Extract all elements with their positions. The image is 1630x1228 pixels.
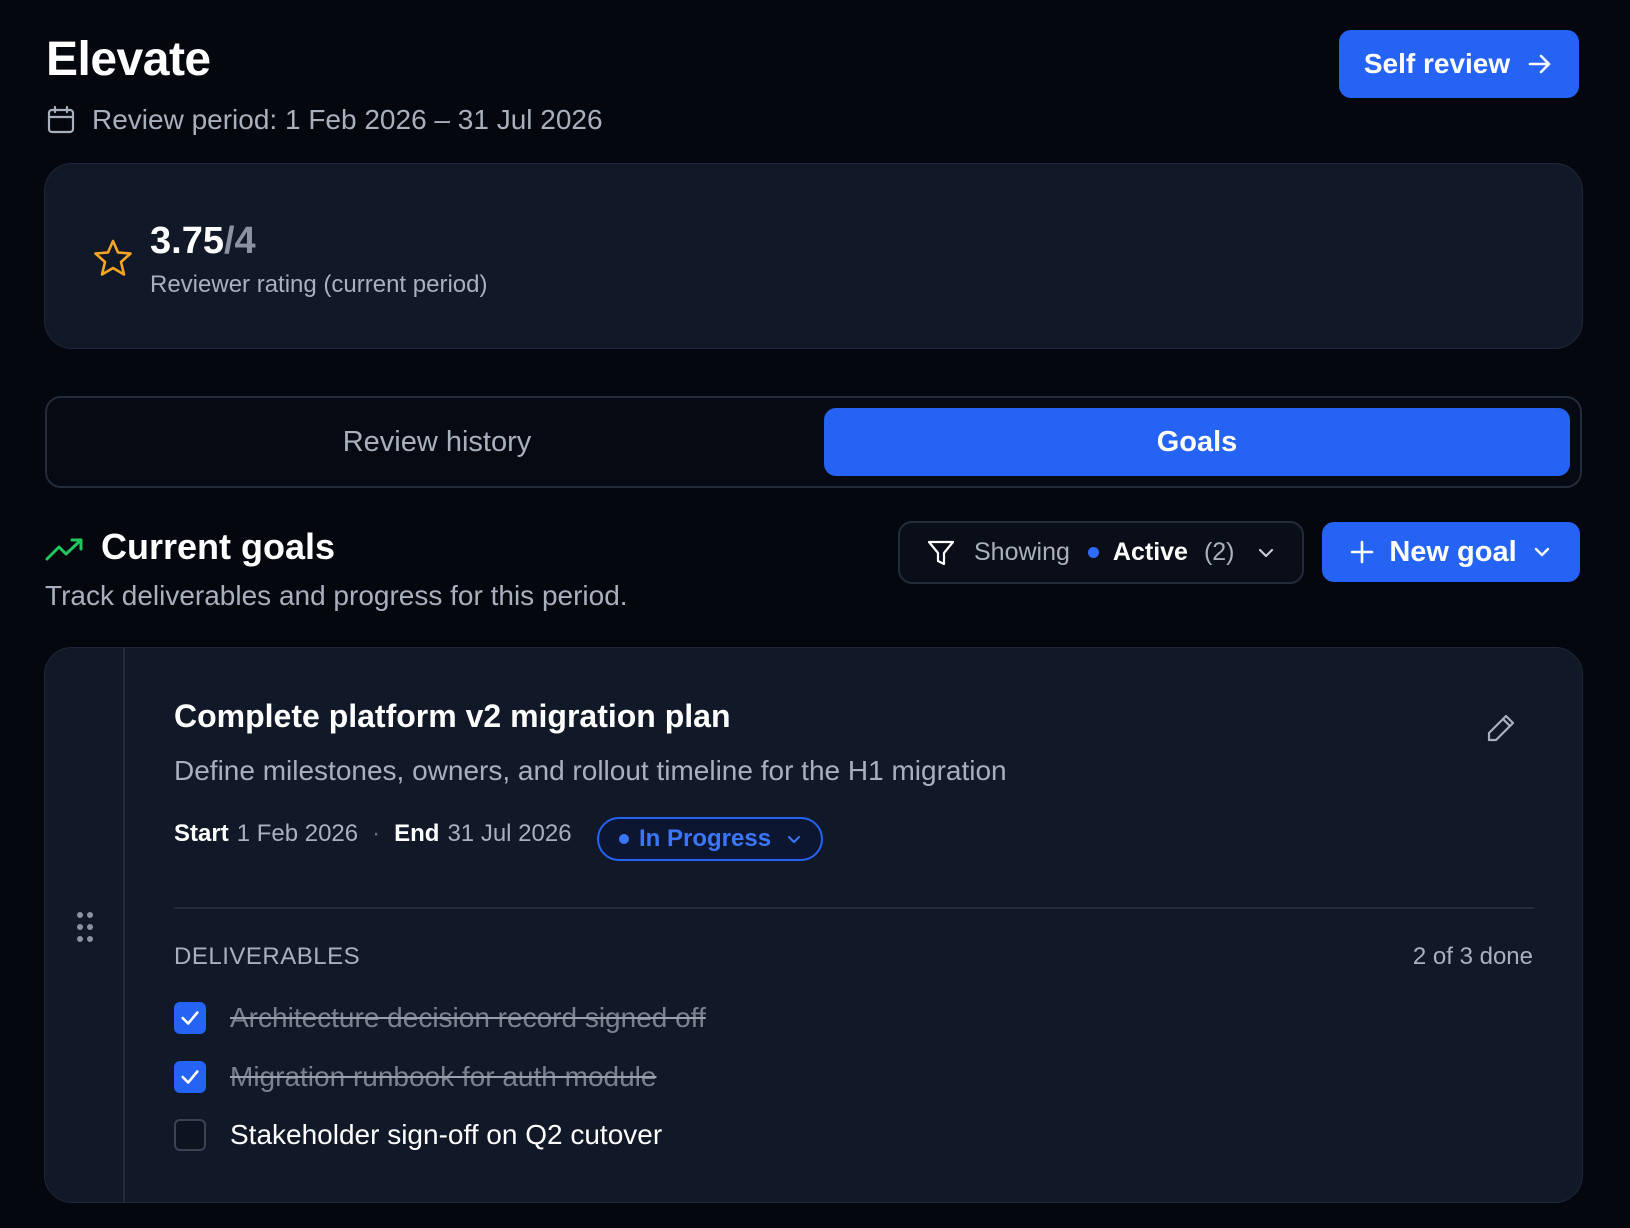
deliverable-item[interactable]: Architecture decision record signed off (174, 1001, 706, 1035)
filter-status-dot (1087, 547, 1099, 558)
chevron-down-icon (785, 830, 803, 848)
end-label: End (394, 820, 440, 847)
tab-goals[interactable]: Goals (824, 408, 1570, 476)
review-period: Review period: 1 Feb 2026 – 31 Jul 2026 (46, 102, 603, 138)
deliverables-heading: DELIVERABLES (174, 943, 361, 970)
rating-label: Reviewer rating (current period) (150, 271, 488, 298)
drag-rail (45, 648, 125, 1202)
goals-subtitle: Track deliverables and progress for this… (45, 580, 628, 611)
filter-count: (2) (1203, 538, 1235, 566)
plus-icon (1349, 539, 1375, 565)
self-review-label: Self review (1363, 48, 1511, 79)
deliverable-item[interactable]: Stakeholder sign-off on Q2 cutover (174, 1118, 662, 1152)
chevron-down-icon (1255, 542, 1277, 564)
tab-bar: Review history Goals (45, 396, 1582, 488)
trending-up-icon (45, 532, 85, 566)
goal-title: Complete platform v2 migration plan (174, 698, 731, 734)
goal-card: Complete platform v2 migration plan Defi… (44, 647, 1583, 1203)
deliverables-count: 2 of 3 done (1412, 943, 1533, 970)
status-dropdown[interactable]: In Progress (597, 817, 823, 861)
deliverable-label: Architecture decision record signed off (230, 1002, 706, 1033)
calendar-icon (46, 105, 76, 135)
filter-showing-label: Showing (974, 538, 1070, 566)
goal-description: Define milestones, owners, and rollout t… (174, 755, 1007, 786)
deliverable-item[interactable]: Migration runbook for auth module (174, 1060, 656, 1094)
new-goal-label: New goal (1389, 535, 1517, 568)
filter-icon (926, 538, 956, 568)
star-icon (93, 238, 133, 278)
drag-handle-icon[interactable] (75, 910, 95, 944)
check-icon (181, 1070, 199, 1084)
deliverable-checkbox[interactable] (174, 1119, 206, 1151)
pencil-icon[interactable] (1485, 712, 1517, 744)
filter-value: Active (1112, 538, 1188, 566)
status-label: In Progress (639, 825, 772, 852)
deliverable-label: Stakeholder sign-off on Q2 cutover (230, 1119, 663, 1150)
goal-dates: Start 1 Feb 2026 · End 31 Jul 2026 (174, 818, 572, 850)
goals-title: Current goals (101, 526, 336, 567)
new-goal-button[interactable]: New goal (1322, 522, 1580, 582)
status-dot (619, 834, 629, 844)
rating-card: 3.75/4 Reviewer rating (current period) (44, 163, 1583, 349)
start-date: 1 Feb 2026 (236, 820, 359, 847)
end-date: 31 Jul 2026 (447, 820, 572, 847)
rating-value: 3.75/4 (150, 220, 256, 263)
divider (174, 907, 1534, 909)
rating-score: 3.75 (150, 220, 224, 262)
date-separator: · (372, 820, 381, 847)
arrow-right-icon (1526, 50, 1554, 78)
check-icon (181, 1011, 199, 1025)
tab-review-history[interactable]: Review history (57, 408, 817, 476)
chevron-down-icon (1531, 541, 1553, 563)
rating-max: /4 (223, 220, 256, 262)
goal-filter-dropdown[interactable]: Showing Active (2) (898, 521, 1304, 584)
deliverable-label: Migration runbook for auth module (230, 1061, 657, 1092)
self-review-button[interactable]: Self review (1339, 30, 1579, 98)
app-title: Elevate (46, 33, 211, 86)
review-period-text: Review period: 1 Feb 2026 – 31 Jul 2026 (92, 104, 603, 135)
page: Elevate Review period: 1 Feb 2026 – 31 J… (0, 0, 1630, 1228)
deliverable-checkbox[interactable] (174, 1061, 206, 1093)
deliverable-checkbox[interactable] (174, 1002, 206, 1034)
start-label: Start (174, 820, 229, 847)
